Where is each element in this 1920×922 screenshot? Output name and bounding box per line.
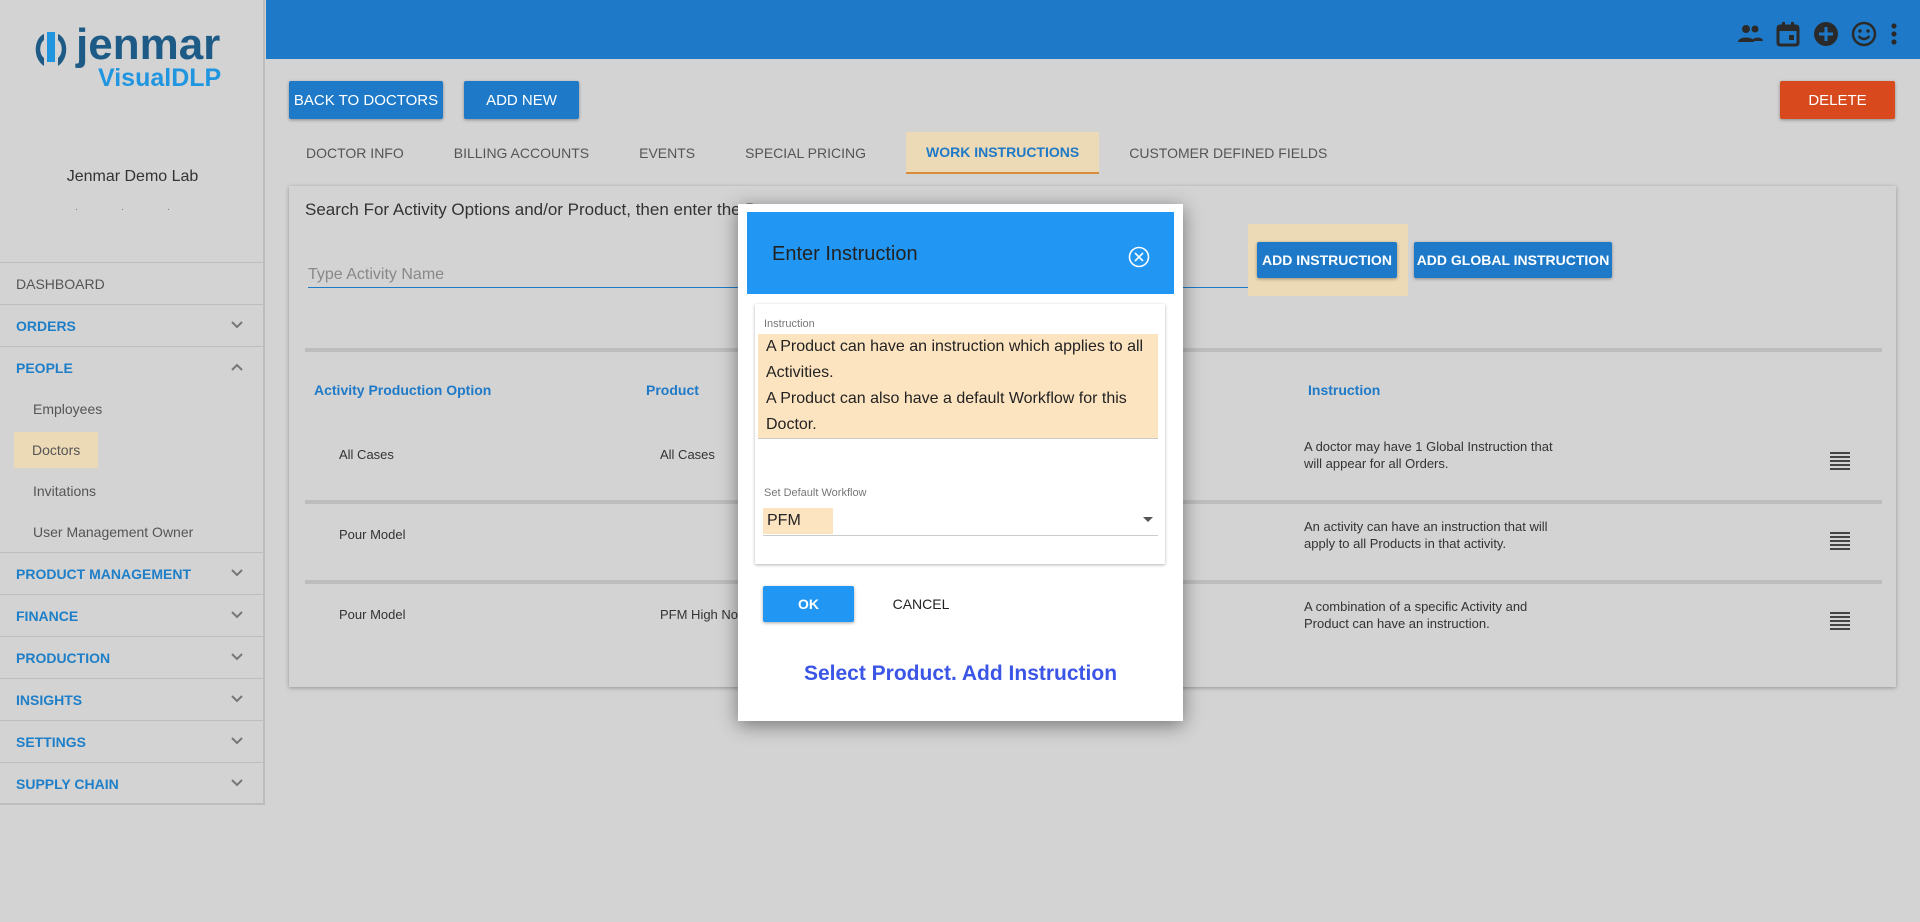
cell-activity: Pour Model — [339, 607, 406, 622]
tab-work-instructions[interactable]: WORK INSTRUCTIONS — [906, 132, 1100, 174]
tab-billing-accounts[interactable]: BILLING ACCOUNTS — [434, 132, 609, 174]
add-global-instruction-button[interactable]: ADD GLOBAL INSTRUCTION — [1414, 242, 1612, 278]
sidebar-item-label: DASHBOARD — [16, 275, 105, 292]
default-workflow-select[interactable]: PFM — [763, 504, 1158, 536]
chevron-up-icon — [231, 363, 243, 371]
add-circle-icon[interactable] — [1812, 20, 1840, 48]
instruction-textarea[interactable]: A Product can have an instruction which … — [758, 334, 1158, 439]
chevron-down-icon — [231, 611, 243, 619]
dialog-form: Instruction A Product can have an instru… — [755, 304, 1165, 564]
sidebar-item-people[interactable]: PEOPLE — [0, 346, 263, 388]
cancel-button[interactable]: CANCEL — [876, 586, 966, 622]
cell-activity: All Cases — [339, 447, 394, 462]
instruction-line: A Product can have an instruction which … — [766, 338, 1144, 381]
search-hint-text: Search For Activity Options and/or Produ… — [305, 200, 758, 219]
calendar-icon[interactable] — [1774, 20, 1802, 48]
column-header-product[interactable]: Product — [646, 382, 699, 398]
tab-customer-defined-fields[interactable]: CUSTOMER DEFINED FIELDS — [1109, 132, 1347, 174]
sidebar-item-production[interactable]: PRODUCTION — [0, 636, 263, 678]
cell-instruction: A doctor may have 1 Global Instruction t… — [1304, 439, 1553, 471]
sidebar-item-label: PRODUCT MANAGEMENT — [16, 565, 191, 582]
sidebar-item-label: SUPPLY CHAIN — [16, 775, 119, 792]
sidebar-subitem-invitations[interactable]: Invitations — [0, 470, 263, 511]
tab-special-pricing[interactable]: SPECIAL PRICING — [725, 132, 886, 174]
chevron-down-icon — [231, 321, 243, 329]
instruction-line: A Product can also have a default Workfl… — [766, 390, 1127, 433]
smiley-icon[interactable] — [1850, 20, 1878, 48]
chevron-down-icon — [231, 695, 243, 703]
workflow-value: PFM — [763, 508, 833, 534]
add-instruction-button[interactable]: ADD INSTRUCTION — [1257, 242, 1397, 278]
sidebar-item-label: PRODUCTION — [16, 649, 111, 666]
add-new-button[interactable]: ADD NEW — [464, 81, 579, 119]
sidebar-subitem-label: Employees — [33, 400, 103, 417]
sidebar-item-label: PEOPLE — [16, 359, 73, 376]
brand-subname: VisualDLP — [98, 64, 222, 92]
sidebar-item-label: FINANCE — [16, 607, 79, 624]
brand-name: jenmar — [76, 20, 221, 69]
close-icon[interactable] — [1128, 246, 1150, 268]
lab-name: Jenmar Demo Lab — [66, 168, 199, 185]
tab-bar: DOCTOR INFO BILLING ACCOUNTS EVENTS SPEC… — [286, 132, 1357, 174]
sidebar-item-settings[interactable]: SETTINGS — [0, 720, 263, 762]
enter-instruction-dialog: Enter Instruction Instruction A Product … — [738, 204, 1183, 721]
chevron-down-icon — [231, 737, 243, 745]
tab-doctor-info[interactable]: DOCTOR INFO — [286, 132, 424, 174]
sidebar-item-finance[interactable]: FINANCE — [0, 594, 263, 636]
dialog-title: Enter Instruction — [772, 243, 918, 265]
sidebar-item-orders[interactable]: ORDERS — [0, 304, 263, 346]
instruction-label: Instruction — [764, 318, 815, 330]
caret-down-icon — [1143, 517, 1153, 522]
sidebar-subitem-label: User Management Owner — [33, 523, 194, 540]
cell-instruction: A combination of a specific Activity and… — [1304, 599, 1528, 631]
more-vert-icon[interactable] — [1880, 20, 1908, 48]
delete-button[interactable]: DELETE — [1780, 81, 1895, 119]
sidebar-nav: DASHBOARD ORDERS PEOPLE Employees Doctor… — [0, 262, 263, 804]
jenmar-logo-icon — [35, 32, 67, 66]
sidebar: jenmar VisualDLP Jenmar Demo Lab · · · D… — [0, 0, 265, 805]
top-app-bar — [266, 0, 1920, 59]
tab-events[interactable]: EVENTS — [619, 132, 715, 174]
sidebar-item-label: SETTINGS — [16, 733, 87, 750]
sidebar-subitem-label: Invitations — [33, 482, 97, 499]
sidebar-subitem-doctors[interactable]: Doctors — [0, 429, 263, 470]
sidebar-subitem-user-management-owner[interactable]: User Management Owner — [0, 511, 263, 552]
sidebar-item-dashboard[interactable]: DASHBOARD — [0, 262, 263, 304]
cell-product: All Cases — [660, 447, 715, 462]
back-to-doctors-button[interactable]: BACK TO DOCTORS — [289, 81, 443, 119]
row-menu-icon[interactable] — [1830, 532, 1850, 550]
chevron-down-icon — [231, 779, 243, 787]
cell-product: PFM High No — [660, 607, 739, 622]
sidebar-item-label: INSIGHTS — [16, 691, 83, 708]
cell-activity: Pour Model — [339, 527, 406, 542]
sidebar-item-label: ORDERS — [16, 317, 76, 334]
ok-button[interactable]: OK — [763, 586, 854, 622]
row-menu-icon[interactable] — [1830, 452, 1850, 470]
sidebar-item-product-management[interactable]: PRODUCT MANAGEMENT — [0, 552, 263, 594]
brand-logo[interactable]: jenmar VisualDLP — [30, 20, 240, 92]
sidebar-item-insights[interactable]: INSIGHTS — [0, 678, 263, 720]
sidebar-subitem-employees[interactable]: Employees — [0, 388, 263, 429]
column-header-activity[interactable]: Activity Production Option — [314, 382, 491, 398]
lab-dots: · · · — [74, 204, 191, 215]
dialog-header: Enter Instruction — [747, 212, 1174, 294]
sidebar-subitem-label: Doctors — [14, 431, 99, 468]
cell-instruction: An activity can have an instruction that… — [1304, 519, 1548, 551]
sidebar-item-supply-chain[interactable]: SUPPLY CHAIN — [0, 762, 263, 804]
chevron-down-icon — [231, 653, 243, 661]
people-icon[interactable] — [1736, 20, 1764, 48]
row-menu-icon[interactable] — [1830, 612, 1850, 630]
column-header-instruction[interactable]: Instruction — [1308, 382, 1380, 398]
callout-text: Select Product. Add Instruction — [803, 662, 1118, 685]
chevron-down-icon — [231, 569, 243, 577]
workflow-label: Set Default Workflow — [764, 487, 867, 499]
